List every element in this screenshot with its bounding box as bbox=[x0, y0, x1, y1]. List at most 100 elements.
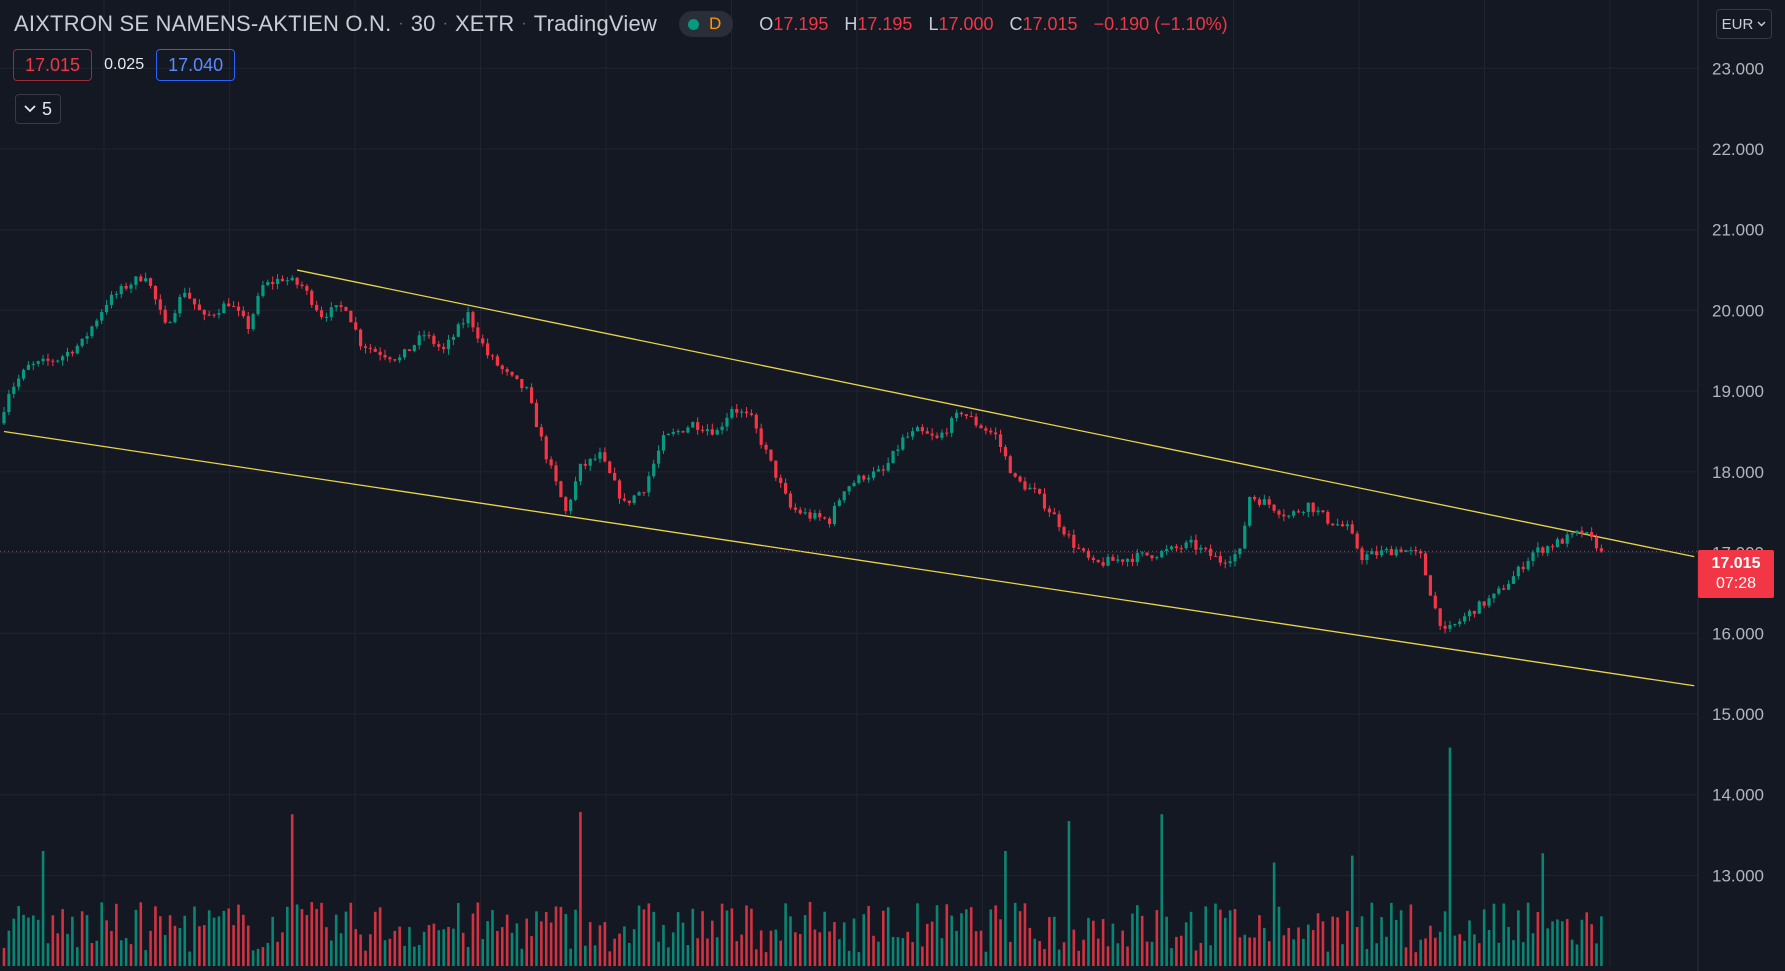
symbol-name[interactable]: AIXTRON SE NAMENS-AKTIEN O.N. bbox=[14, 11, 391, 37]
volume-bar bbox=[872, 935, 875, 966]
volume-bar bbox=[559, 906, 563, 966]
volume-bar bbox=[334, 914, 338, 966]
price-chart[interactable]: 23.000 22.000 21.000 20.000 19.000 18.000 17.0… bbox=[0, 0, 1785, 971]
candle-body bbox=[847, 486, 851, 492]
volume-bar bbox=[1238, 937, 1242, 966]
candle-body bbox=[661, 435, 666, 451]
volume-bar bbox=[354, 929, 358, 966]
volume-bar bbox=[1370, 902, 1374, 966]
market-status-pill[interactable]: D bbox=[679, 11, 734, 37]
candle-body bbox=[315, 304, 319, 311]
volume-bar bbox=[134, 909, 138, 966]
volume-bar bbox=[217, 916, 221, 966]
volume-bar bbox=[1468, 920, 1471, 966]
candle-body bbox=[637, 492, 641, 496]
candle-body bbox=[1023, 481, 1027, 490]
candle-body bbox=[1296, 511, 1301, 513]
candle-body bbox=[725, 417, 729, 427]
volume-bar bbox=[1194, 950, 1198, 966]
candle-body bbox=[827, 518, 832, 524]
candle-body bbox=[153, 285, 158, 300]
volume-bar bbox=[95, 940, 99, 966]
volume-bar bbox=[1287, 927, 1291, 966]
currency-selector[interactable]: EUR bbox=[1716, 9, 1772, 39]
candle-body bbox=[158, 299, 162, 310]
candle-body bbox=[1277, 510, 1281, 515]
candle-body bbox=[1472, 610, 1476, 614]
volume-bar bbox=[530, 936, 533, 966]
volume-bar bbox=[1556, 919, 1559, 966]
volume-bar bbox=[1414, 952, 1418, 966]
candle-body bbox=[740, 411, 744, 413]
volume-bar bbox=[1184, 922, 1188, 966]
price-axis[interactable]: 23.000 22.000 21.000 20.000 19.000 18.000 17.0… bbox=[1712, 59, 1764, 885]
candle-body bbox=[1208, 548, 1213, 556]
volume-bar bbox=[1263, 927, 1266, 966]
candle-body bbox=[1121, 559, 1125, 562]
chevron-down-icon bbox=[24, 105, 36, 113]
legend-separator: · bbox=[442, 15, 448, 32]
indicators-toggle-button[interactable]: 5 bbox=[15, 94, 61, 124]
open-value: 17.195 bbox=[773, 13, 829, 34]
interval-label[interactable]: 30 bbox=[411, 11, 436, 37]
candle-body bbox=[1355, 533, 1359, 549]
candle-body bbox=[788, 493, 793, 508]
volume-bar bbox=[22, 914, 25, 966]
volume-bar bbox=[813, 929, 817, 966]
volume-bar bbox=[1473, 934, 1476, 966]
candle-body bbox=[1223, 562, 1227, 564]
symbol-legend: AIXTRON SE NAMENS-AKTIEN O.N. · 30 · XET… bbox=[14, 9, 1228, 39]
volume-bar bbox=[500, 927, 504, 966]
volume-bar bbox=[51, 915, 55, 966]
volume-bar bbox=[66, 933, 69, 966]
volume-bar bbox=[246, 925, 250, 966]
candle-body bbox=[500, 365, 504, 370]
candle-body bbox=[1594, 536, 1599, 549]
candle-body bbox=[334, 305, 338, 308]
candle-body bbox=[222, 303, 226, 314]
candle-body bbox=[774, 460, 778, 478]
candle-body bbox=[696, 422, 700, 430]
candle-body bbox=[515, 375, 519, 379]
candle-body bbox=[559, 481, 563, 498]
candle-body bbox=[1165, 549, 1169, 552]
volume-bar bbox=[1346, 910, 1349, 966]
candle-body bbox=[823, 517, 827, 519]
volume-bar bbox=[90, 942, 94, 966]
candle-body bbox=[90, 326, 94, 337]
volume-bar bbox=[1219, 909, 1222, 966]
candle-body bbox=[1145, 552, 1149, 556]
volume-bar bbox=[149, 930, 152, 966]
volume-bar bbox=[329, 940, 333, 966]
candle-body bbox=[1316, 510, 1320, 513]
candle-body bbox=[114, 294, 118, 296]
volume-bar bbox=[681, 922, 685, 966]
legend-separator: · bbox=[398, 15, 404, 32]
price-tick-label: 15.000 bbox=[1712, 705, 1764, 724]
volume-bar bbox=[1595, 943, 1598, 966]
buy-price-button[interactable]: 17.040 bbox=[156, 49, 236, 81]
volume-bar bbox=[178, 928, 182, 966]
price-tick-label: 19.000 bbox=[1712, 382, 1764, 401]
volume-bar bbox=[1223, 917, 1227, 966]
volume-bar bbox=[452, 928, 455, 966]
volume-bar bbox=[1580, 919, 1584, 966]
volume-bar bbox=[266, 942, 270, 966]
candle-body bbox=[471, 312, 475, 328]
volume-bar bbox=[1463, 940, 1466, 966]
candle-body bbox=[442, 346, 446, 350]
candle-body bbox=[305, 285, 309, 291]
volume-bar bbox=[1199, 942, 1203, 966]
volume-bar bbox=[2, 947, 6, 966]
sell-price-button[interactable]: 17.015 bbox=[13, 49, 93, 81]
candle-body bbox=[1140, 552, 1144, 554]
volume-bar bbox=[491, 910, 494, 966]
volume-bar bbox=[1531, 933, 1535, 966]
volume-bar bbox=[1111, 923, 1115, 966]
volume-bar bbox=[613, 938, 616, 966]
volume-bar bbox=[1424, 938, 1427, 966]
candle-body bbox=[236, 306, 241, 311]
candle-body bbox=[1150, 555, 1154, 559]
candle-body bbox=[1101, 562, 1105, 566]
volume-bar bbox=[1121, 930, 1124, 966]
